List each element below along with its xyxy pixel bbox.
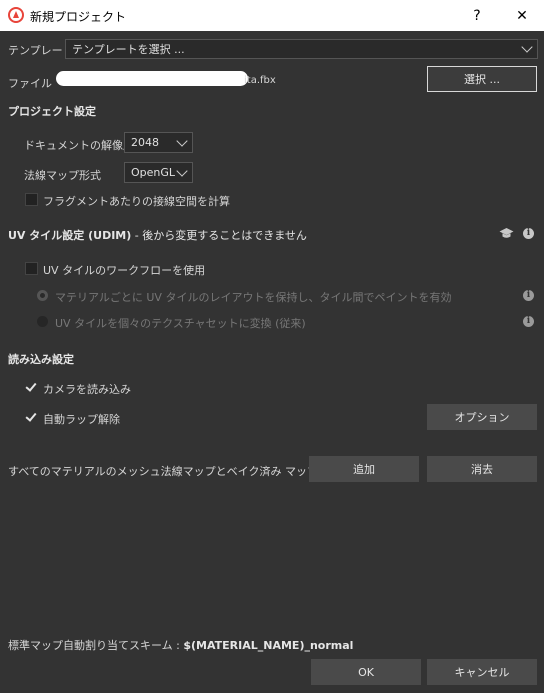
help-button[interactable]: ? — [455, 0, 499, 31]
camera-checkbox[interactable] — [25, 381, 38, 394]
uv-preserve-radio[interactable] — [37, 290, 48, 301]
uv-settings-heading: UV タイル設定 (UDIM) - 後から変更することはできません — [8, 227, 307, 243]
redacted-path — [56, 71, 248, 86]
file-select-button[interactable]: 選択 ... — [427, 66, 537, 92]
graduation-cap-icon[interactable] — [499, 227, 514, 240]
add-button[interactable]: 追加 — [309, 456, 419, 482]
normal-map-scheme-label: 標準マップ自動割り当てスキーム : — [8, 639, 184, 652]
template-dropdown[interactable]: テンプレートを選択 ... — [65, 39, 538, 59]
file-label: ファイル — [8, 77, 52, 90]
uv-convert-radio[interactable] — [37, 316, 48, 327]
chevron-down-icon — [176, 164, 188, 177]
unwrap-checkbox[interactable] — [25, 411, 38, 424]
chevron-down-icon — [521, 41, 533, 53]
window-title: 新規プロジェクト — [30, 10, 127, 24]
resolution-dropdown[interactable]: 2048 — [124, 132, 193, 153]
normal-format-value: OpenGL — [131, 166, 176, 179]
app-icon — [8, 7, 24, 23]
uv-workflow-label: UV タイルのワークフローを使用 — [43, 264, 206, 277]
uv-preserve-label: マテリアルごとに UV タイルのレイアウトを保持し、タイル間でペイントを有効 — [55, 291, 452, 304]
uv-settings-note: - 後から変更することはできません — [131, 229, 307, 242]
uv-convert-label: UV タイルを個々のテクスチャセットに変換 (従来) — [55, 317, 306, 330]
uv-workflow-checkbox[interactable] — [25, 262, 38, 275]
normal-format-dropdown[interactable]: OpenGL — [124, 162, 193, 183]
cancel-button[interactable]: キャンセル — [427, 659, 537, 685]
file-path: ita.fbx — [244, 75, 276, 86]
info-icon[interactable]: i — [523, 316, 534, 327]
camera-label: カメラを読み込み — [43, 383, 131, 396]
ok-button[interactable]: OK — [311, 659, 421, 685]
template-dropdown-value: テンプレートを選択 ... — [72, 43, 185, 56]
import-settings-heading: 読み込み設定 — [8, 353, 74, 366]
title-bar: 新規プロジェクト ? ✕ — [0, 0, 544, 31]
uv-settings-title: UV タイル設定 (UDIM) — [8, 229, 132, 242]
options-button[interactable]: オプション — [427, 404, 537, 430]
resolution-label: ドキュメントの解像度 — [24, 139, 134, 152]
unwrap-label: 自動ラップ解除 — [43, 413, 120, 426]
project-settings-heading: プロジェクト設定 — [8, 105, 96, 118]
info-icon[interactable]: i — [523, 290, 534, 301]
clear-button[interactable]: 消去 — [427, 456, 537, 482]
fragment-checkbox[interactable] — [25, 193, 38, 206]
close-button[interactable]: ✕ — [500, 0, 544, 31]
resolution-value: 2048 — [131, 136, 159, 149]
chevron-down-icon — [176, 134, 188, 147]
normal-format-label: 法線マップ形式 — [24, 169, 101, 182]
fragment-label: フラグメントあたりの接線空間を計算 — [43, 195, 230, 208]
normal-map-scheme-value: $(MATERIAL_NAME)_normal — [183, 639, 354, 652]
template-label: テンプレート — [8, 44, 74, 57]
normal-map-scheme: 標準マップ自動割り当てスキーム : $(MATERIAL_NAME)_norma… — [8, 637, 353, 653]
info-icon[interactable]: i — [523, 228, 534, 239]
